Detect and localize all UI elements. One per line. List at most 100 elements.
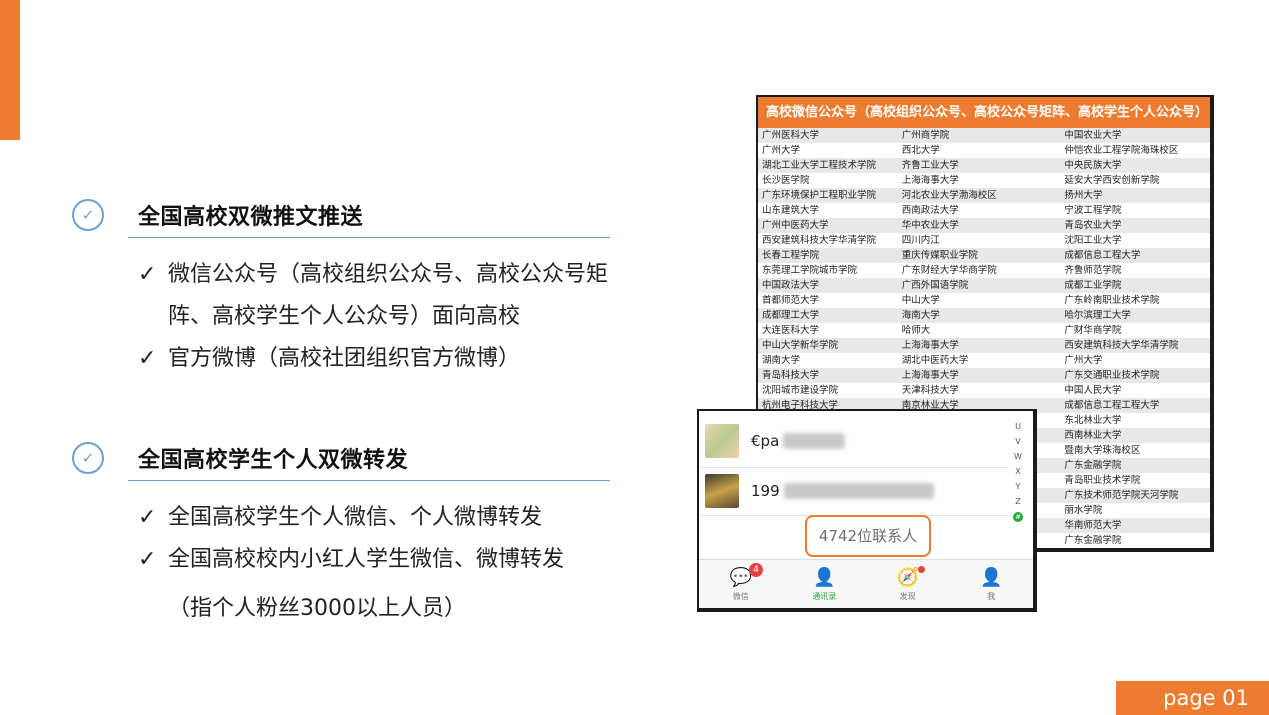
table-cell: 青岛科技大学 xyxy=(762,370,820,381)
table-cell: 天津科技大学 xyxy=(901,385,959,396)
table-cell: 延安大学西安创新学院 xyxy=(1064,175,1160,186)
unread-badge: 4 xyxy=(749,563,763,577)
contact-name: €pa xyxy=(751,432,780,450)
page-number: page 01 xyxy=(1116,681,1269,715)
table-cell: 东北林业大学 xyxy=(1064,415,1122,426)
table-cell: 西北大学 xyxy=(901,145,940,156)
index-letter[interactable]: Y xyxy=(1011,479,1025,494)
table-cell: 哈尔滨理工大学 xyxy=(1064,310,1131,321)
section-forward: ✓ 全国高校学生个人双微转发 xyxy=(72,438,408,478)
index-letter[interactable]: U xyxy=(1011,419,1025,434)
bullet-text: 全国高校校内小红人学生微信、微博转发 xyxy=(168,547,565,572)
bullet-text: 微信公众号（高校组织公众号、高校公众号矩阵、高校学生个人公众号）面向高校 xyxy=(168,262,609,329)
table-cell: 成都工业学院 xyxy=(1064,280,1122,291)
alphabet-index[interactable]: U V W X Y Z # xyxy=(1011,419,1025,524)
table-cell: 上海海事大学 xyxy=(901,370,959,381)
check-circle-icon: ✓ xyxy=(72,442,104,474)
check-mark-icon: ✓ xyxy=(138,547,157,572)
table-cell: 重庆传媒职业学院 xyxy=(901,250,978,261)
table-header: 高校微信公众号（高校组织公众号、高校公众号矩阵、高校学生个人公众号） xyxy=(758,97,1210,128)
bullet-text: 全国高校学生个人微信、个人微博转发 xyxy=(168,505,543,530)
table-cell: 中山大学 xyxy=(901,295,940,306)
table-cell: 成都信息工程大学 xyxy=(1064,250,1141,261)
table-cell: 中山大学新华学院 xyxy=(762,340,839,351)
check-mark-icon: ✓ xyxy=(138,505,157,530)
contact-name: 199 xyxy=(751,482,780,500)
person-icon: 👤 xyxy=(980,566,1003,588)
table-cell: 湖南大学 xyxy=(762,355,801,366)
table-cell: 河北农业大学渤海校区 xyxy=(901,190,997,201)
tab-label: 发现 xyxy=(899,591,916,601)
tab-label: 我 xyxy=(987,591,996,601)
redacted-name xyxy=(783,433,846,449)
section-title: 全国高校双微推文推送 xyxy=(138,205,364,230)
table-row: 东莞理工学院城市学院 广东财经大学华商学院 齐鲁师范学院 xyxy=(758,263,1210,278)
avatar xyxy=(705,474,739,508)
contact-item[interactable]: 199 xyxy=(705,471,934,511)
table-cell: 西南林业大学 xyxy=(1064,430,1122,441)
table-cell: 广东技术师范学院天河学院 xyxy=(1064,490,1179,501)
divider xyxy=(699,467,1009,468)
table-row: 长春工程学院 重庆传媒职业学院 成都信息工程大学 xyxy=(758,248,1210,263)
table-cell: 湖北工业大学工程技术学院 xyxy=(762,160,877,171)
table-row: 首都师范大学 中山大学 广东岭南职业技术学院 xyxy=(758,293,1210,308)
table-cell: 广州中医药大学 xyxy=(762,220,829,231)
section-push: ✓ 全国高校双微推文推送 xyxy=(72,195,363,235)
section-divider xyxy=(128,237,610,238)
table-cell: 丽水学院 xyxy=(1064,505,1103,516)
table-row: 湖南大学 湖北中医药大学 广州大学 xyxy=(758,353,1210,368)
table-cell: 广东金融学院 xyxy=(1064,460,1122,471)
table-cell: 湖北中医药大学 xyxy=(901,355,969,366)
table-cell: 上海海事大学 xyxy=(901,175,959,186)
table-cell: 广州医科大学 xyxy=(762,130,820,141)
table-cell: 青岛职业技术学院 xyxy=(1064,475,1141,486)
table-cell: 广东岭南职业技术学院 xyxy=(1064,295,1160,306)
compass-icon: 🧭 xyxy=(896,566,919,588)
table-row: 中国政法大学 广西外国语学院 成都工业学院 xyxy=(758,278,1210,293)
table-cell: 中国人民大学 xyxy=(1064,385,1122,396)
index-letter[interactable]: # xyxy=(1013,512,1023,522)
contact-count: 4742位联系人 xyxy=(805,515,931,557)
accent-bar xyxy=(0,0,20,140)
index-letter[interactable]: W xyxy=(1011,449,1025,464)
table-cell: 华中农业大学 xyxy=(901,220,959,231)
note-text: （指个人粉丝3000以上人员） xyxy=(168,596,466,621)
table-cell: 齐鲁师范学院 xyxy=(1064,265,1122,276)
table-row: 中山大学新华学院 上海海事大学 西安建筑科技大学华清学院 xyxy=(758,338,1210,353)
tab-wechat[interactable]: 💬 4 微信 xyxy=(699,560,783,608)
check-mark-icon: ✓ xyxy=(138,262,157,287)
table-cell: 西安建筑科技大学华清学院 xyxy=(1064,340,1179,351)
table-cell: 广州商学院 xyxy=(901,130,950,141)
table-cell: 广东交通职业技术学院 xyxy=(1064,370,1160,381)
tab-discover[interactable]: 🧭 发现 xyxy=(866,560,950,608)
index-letter[interactable]: V xyxy=(1011,434,1025,449)
redacted-name xyxy=(783,483,934,499)
table-cell: 齐鲁工业大学 xyxy=(901,160,959,171)
table-cell: 仲恺农业工程学院海珠校区 xyxy=(1064,145,1179,156)
table-row: 大连医科大学 哈师大 广财华商学院 xyxy=(758,323,1210,338)
check-circle-icon: ✓ xyxy=(72,199,104,231)
table-row: 广东环境保护工程职业学院 河北农业大学渤海校区 扬州大学 xyxy=(758,188,1210,203)
table-cell: 东莞理工学院城市学院 xyxy=(762,265,858,276)
tab-me[interactable]: 👤 我 xyxy=(950,560,1034,608)
bullet-list: ✓ 全国高校学生个人微信、个人微博转发 ✓ 全国高校校内小红人学生微信、微博转发 xyxy=(138,497,608,581)
contacts-icon: 👤 xyxy=(813,566,836,588)
table-row: 长沙医学院 上海海事大学 延安大学西安创新学院 xyxy=(758,173,1210,188)
table-cell: 广州大学 xyxy=(762,145,801,156)
table-cell: 华南师范大学 xyxy=(1064,520,1122,531)
check-mark-icon: ✓ xyxy=(138,346,157,371)
table-cell: 广西外国语学院 xyxy=(901,280,969,291)
table-cell: 沈阳工业大学 xyxy=(1064,235,1122,246)
tab-contacts[interactable]: 👤 通讯录 xyxy=(783,560,867,608)
list-item: ✓ 全国高校校内小红人学生微信、微博转发 xyxy=(138,539,608,581)
table-row: 广州中医药大学 华中农业大学 青岛农业大学 xyxy=(758,218,1210,233)
index-letter[interactable]: Z xyxy=(1011,494,1025,509)
table-cell: 成都信息工程工程大学 xyxy=(1064,400,1160,411)
table-cell: 海南大学 xyxy=(901,310,940,321)
table-cell: 四川内江 xyxy=(901,235,940,246)
contact-item[interactable]: €pa xyxy=(705,421,846,461)
index-letter[interactable]: X xyxy=(1011,464,1025,479)
table-row: 西安建筑科技大学华清学院 四川内江 沈阳工业大学 xyxy=(758,233,1210,248)
table-cell: 广东环境保护工程职业学院 xyxy=(762,190,877,201)
section-title: 全国高校学生个人双微转发 xyxy=(138,448,409,473)
